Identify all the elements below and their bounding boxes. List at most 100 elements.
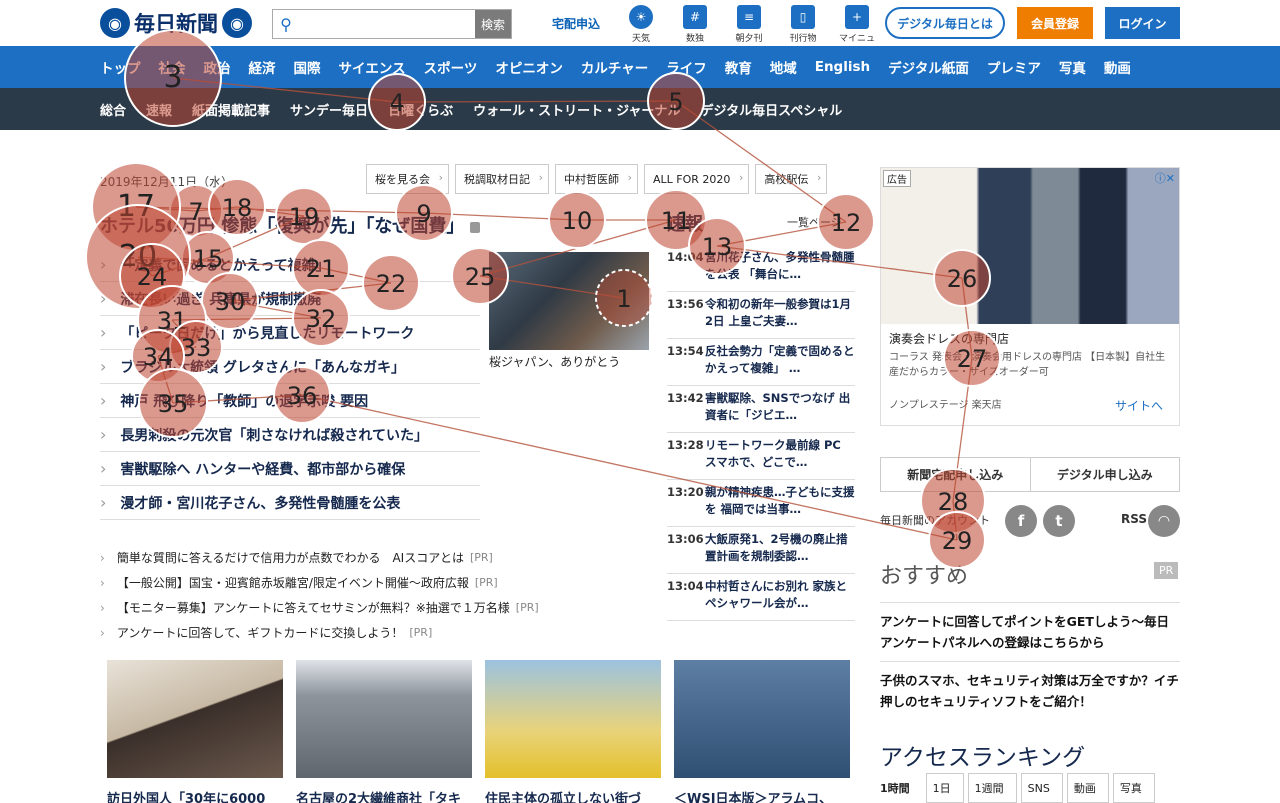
- recommend-item[interactable]: 子供のスマホ、セキュリティ対策は万全ですか？イチ押しのセキュリティソフトをご紹介…: [880, 661, 1180, 720]
- subnav-item[interactable]: サンデー毎日: [290, 100, 368, 119]
- news-item[interactable]: 害獣駆除へ ハンターや経費、都市部から確保: [100, 452, 480, 486]
- nav-item[interactable]: 政治: [204, 57, 231, 77]
- flash-item[interactable]: 13:06 大飯原発1、2号機の廃止措置計画を規制委認…: [667, 527, 855, 574]
- topic-tags: 桜を見る会税調取材日記中村哲医師ALL FOR 2020高校駅伝: [366, 164, 828, 194]
- rss-icon[interactable]: ◠: [1148, 505, 1180, 537]
- flash-text: 中村哲さんにお別れ 家族とペシャワール会が…: [705, 579, 848, 610]
- nav-item[interactable]: 教育: [725, 57, 752, 77]
- account-label: 毎日新聞のアカウント: [880, 514, 990, 527]
- nav-item[interactable]: サイエンス: [339, 57, 406, 77]
- nav-item[interactable]: 地域: [770, 57, 797, 77]
- subnav-item[interactable]: ウォール・ストリート・ジャーナル: [473, 100, 680, 119]
- pr-item[interactable]: 【モニター募集】アンケートに答えてセサミンが無料？※抽選で１万名様 [PR]: [100, 595, 660, 620]
- news-item[interactable]: 長男刺殺の元次官「刺さなければ殺されていた」: [100, 418, 480, 452]
- news-item[interactable]: 滞在長い過ぎ 兵庫県が規制撤廃: [100, 282, 480, 316]
- flash-item[interactable]: 13:28 リモートワーク最前線 PC スマホで、どこで…: [667, 433, 855, 480]
- pr-tag: [PR]: [469, 551, 493, 564]
- topic-tag[interactable]: ALL FOR 2020: [644, 164, 750, 194]
- news-item[interactable]: 神戸 飛び降り「教師」の退学示唆 要因: [100, 384, 480, 418]
- pr-item[interactable]: 簡単な質問に答えるだけで信用力が点数でわかる AIスコアとは [PR]: [100, 545, 660, 570]
- flash-item[interactable]: 13:54 反社会勢力「定義で固めるとかえって複雑」 …: [667, 339, 855, 386]
- top-headline[interactable]: ホテル50万円 惨態「復興が先」「なぜ国費」: [100, 212, 481, 238]
- news-item[interactable]: 「定義で固めるとかえって複雑」: [100, 248, 480, 282]
- news-item[interactable]: ブラジル大統領 グレタさんに「あんなガキ」: [100, 350, 480, 384]
- tool-label: 天気: [631, 34, 650, 44]
- recommend-pr-badge: PR: [1154, 562, 1179, 579]
- nav-item[interactable]: 動画: [1104, 57, 1131, 77]
- site-logo[interactable]: ◉ 毎日新聞 ◉: [100, 8, 252, 38]
- news-list: 「定義で固めるとかえって複雑」滞在長い過ぎ 兵庫県が規制撤廃「ピーク日だけ」から…: [100, 248, 480, 520]
- flash-item[interactable]: 13:20 親が精神疾患…子どもに支援を 福岡では当事…: [667, 480, 855, 527]
- flash-text: 令和初の新年一般参賀は1月2日 上皇ご夫妻…: [705, 297, 852, 328]
- thumb-caption: 住民主体の孤立しない街づ: [485, 792, 642, 803]
- ad-info-icon[interactable]: ⓘ✕: [1155, 170, 1175, 186]
- recommend-item[interactable]: アンケートに回答してポイントをGETしよう〜毎日アンケートパネルへの登録はこちら…: [880, 602, 1180, 661]
- ranking-tab[interactable]: SNS: [1020, 773, 1063, 803]
- subnav-item[interactable]: 紙面掲載記事: [192, 100, 270, 119]
- subnav-item[interactable]: 速報: [146, 100, 172, 119]
- search-button[interactable]: 検索: [475, 10, 511, 38]
- pr-item[interactable]: 【一般公開】国宝・迎賓館赤坂離宮/限定イベント開催〜政府広報 [PR]: [100, 570, 660, 595]
- facebook-icon[interactable]: f: [1005, 505, 1037, 537]
- flash-item[interactable]: 13:42 害獣駆除、SNSでつなげ 出資者に「ジビエ…: [667, 386, 855, 433]
- subnav-item[interactable]: デジタル毎日スペシャル: [700, 100, 842, 119]
- nav-item[interactable]: 国際: [294, 57, 321, 77]
- nav-item[interactable]: オピニオン: [495, 57, 563, 77]
- nav-item[interactable]: スポーツ: [424, 57, 478, 77]
- nav-item[interactable]: カルチャー: [581, 57, 648, 77]
- login-button[interactable]: ログイン: [1105, 7, 1180, 39]
- topic-tag[interactable]: 高校駅伝: [755, 164, 828, 194]
- nav-item[interactable]: ライフ: [666, 57, 707, 77]
- news-item[interactable]: 漫才師・宮川花子さん、多発性骨髄腫を公表: [100, 486, 480, 520]
- pr-text: 【一般公開】国宝・迎賓館赤坂離宮/限定イベント開催〜政府広報: [116, 576, 469, 590]
- news-item[interactable]: 「ピーク日だけ」から見直したリモートワーク: [100, 316, 480, 350]
- flash-item[interactable]: 13:56 令和初の新年一般参賀は1月2日 上皇ご夫妻…: [667, 292, 855, 339]
- digital-subscribe-button[interactable]: デジタル申し込み: [1029, 458, 1180, 491]
- logo-emblem-icon: ◉: [100, 8, 130, 38]
- topic-tag[interactable]: 桜を見る会: [366, 164, 449, 194]
- flash-time: 13:28: [667, 438, 704, 452]
- ad-site-link[interactable]: サイトへ: [1115, 397, 1163, 414]
- subnav-item[interactable]: 総合: [100, 100, 126, 119]
- recommend-list: アンケートに回答してポイントをGETしよう〜毎日アンケートパネルへの登録はこちら…: [880, 602, 1180, 720]
- flash-item[interactable]: 13:04 中村哲さんにお別れ 家族とペシャワール会が…: [667, 574, 855, 621]
- ranking-title: アクセスランキング: [880, 745, 1086, 771]
- topic-tag[interactable]: 中村哲医師: [555, 164, 638, 194]
- thumb-card[interactable]: ＜WSJ日本版＞アラムコ、: [674, 660, 850, 803]
- topic-tag[interactable]: 税調取材日記: [455, 164, 549, 194]
- fixation-number: 10: [562, 207, 593, 235]
- nav-item[interactable]: 社会: [159, 57, 186, 77]
- pr-item[interactable]: アンケートに回答して、ギフトカードに交換しよう！ [PR]: [100, 620, 660, 645]
- thumb-card[interactable]: 名古屋の2大繊維商社「タキ: [296, 660, 472, 803]
- ranking-tab[interactable]: 写真: [1112, 773, 1155, 803]
- flash-time: 13:04: [667, 579, 704, 593]
- photo-caption[interactable]: 桜ジャパン、ありがとう: [489, 353, 620, 370]
- nav-item[interactable]: デジタル紙面: [888, 57, 969, 77]
- search-input[interactable]: [299, 10, 475, 38]
- thumb-card[interactable]: 訪日外国人「30年に6000: [107, 660, 283, 803]
- twitter-icon[interactable]: t: [1043, 505, 1075, 537]
- thumb-image: [296, 660, 472, 778]
- ranking-tabs: 1時間 1日 1週間 SNS 動画 写真: [880, 773, 1155, 803]
- ad-banner[interactable]: 広告 ⓘ✕ 演奏会ドレスの専門店 コーラス 発表会・演奏会用ドレスの専門店 【日…: [880, 167, 1180, 426]
- flash-more-link[interactable]: 一覧ページ: [787, 214, 842, 230]
- nav-item[interactable]: 写真: [1059, 57, 1086, 77]
- nav-item[interactable]: トップ: [100, 57, 141, 77]
- flash-time: 13:06: [667, 532, 704, 546]
- delivery-link[interactable]: 宅配申込: [552, 15, 600, 32]
- nav-item[interactable]: English: [815, 59, 870, 75]
- ranking-tab[interactable]: 1週間: [967, 773, 1017, 803]
- ranking-tab[interactable]: 1日: [925, 773, 964, 803]
- newspaper-subscribe-button[interactable]: 新聞宅配申し込み: [881, 458, 1030, 491]
- ranking-tab[interactable]: 動画: [1066, 773, 1109, 803]
- digital-info-button[interactable]: デジタル毎日とは: [885, 7, 1005, 39]
- subnav-item[interactable]: 日曜くらぶ: [388, 100, 453, 119]
- nav-item[interactable]: 経済: [249, 57, 276, 77]
- thumb-card[interactable]: 住民主体の孤立しない街づ: [485, 660, 661, 803]
- featured-photo[interactable]: [489, 252, 649, 350]
- flash-text: リモートワーク最前線 PC スマホで、どこで…: [705, 438, 841, 469]
- register-button[interactable]: 会員登録: [1017, 7, 1093, 39]
- nav-item[interactable]: プレミア: [987, 57, 1041, 77]
- flash-item[interactable]: 14:04 宮川花子さん、多発性骨髄腫を公表 「舞台に…: [667, 245, 855, 292]
- ranking-tab[interactable]: 1時間: [880, 773, 922, 803]
